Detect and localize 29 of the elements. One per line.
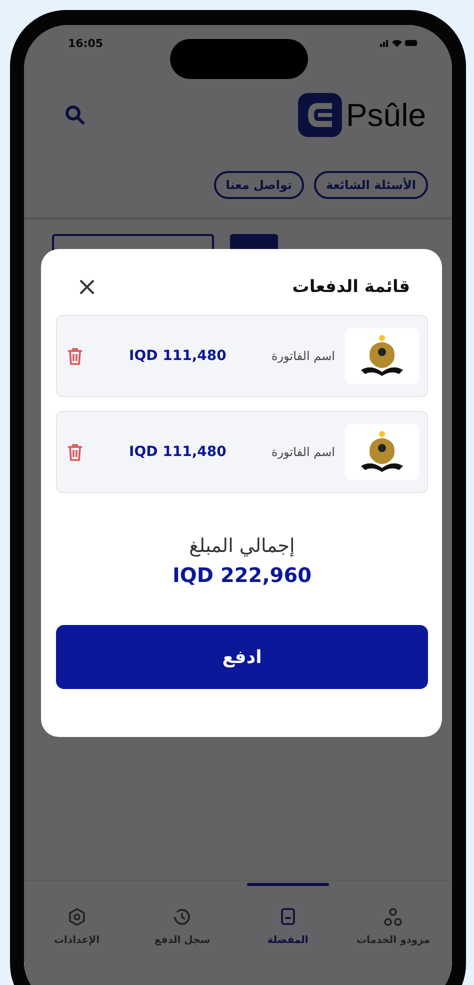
settings-icon xyxy=(66,907,87,927)
invoice-name: اسم الفاتورة xyxy=(271,445,335,459)
logo-icon xyxy=(298,93,342,137)
close-icon[interactable] xyxy=(78,278,96,296)
total-amount: IQD 222,960 xyxy=(172,563,312,587)
trash-icon[interactable] xyxy=(67,347,83,365)
nav-tab[interactable]: مزودو الخدمات xyxy=(340,881,446,985)
logo-text: Psûle xyxy=(346,96,426,134)
total-label: إجمالي المبلغ xyxy=(189,535,295,557)
chip-button[interactable]: الأسئلة الشائعة xyxy=(314,171,428,199)
nav-label: المفضلة xyxy=(267,935,308,946)
invoice-amount: IQD 111,480 xyxy=(129,444,226,460)
trash-icon[interactable] xyxy=(67,443,83,461)
nav-tab[interactable]: المفضلة xyxy=(235,881,340,985)
nav-tab[interactable]: سجل الدفع xyxy=(130,881,235,985)
nav-label: مزودو الخدمات xyxy=(356,935,430,946)
invoice-amount: IQD 111,480 xyxy=(129,348,226,364)
nav-label: الإعدادات xyxy=(54,935,100,946)
pay-button[interactable]: ادفع xyxy=(56,625,428,689)
nav-tab[interactable]: الإعدادات xyxy=(24,881,130,985)
history-icon xyxy=(172,907,192,927)
chip-button[interactable]: تواصل معنا xyxy=(214,171,304,199)
status-time: 16:05 xyxy=(68,36,104,50)
status-icons xyxy=(380,38,418,48)
invoice-name: اسم الفاتورة xyxy=(271,349,335,363)
dialog-title: قائمة الدفعات xyxy=(292,277,410,297)
nav-label: سجل الدفع xyxy=(154,935,210,946)
network-icon xyxy=(383,907,404,927)
search-icon[interactable] xyxy=(64,104,86,126)
